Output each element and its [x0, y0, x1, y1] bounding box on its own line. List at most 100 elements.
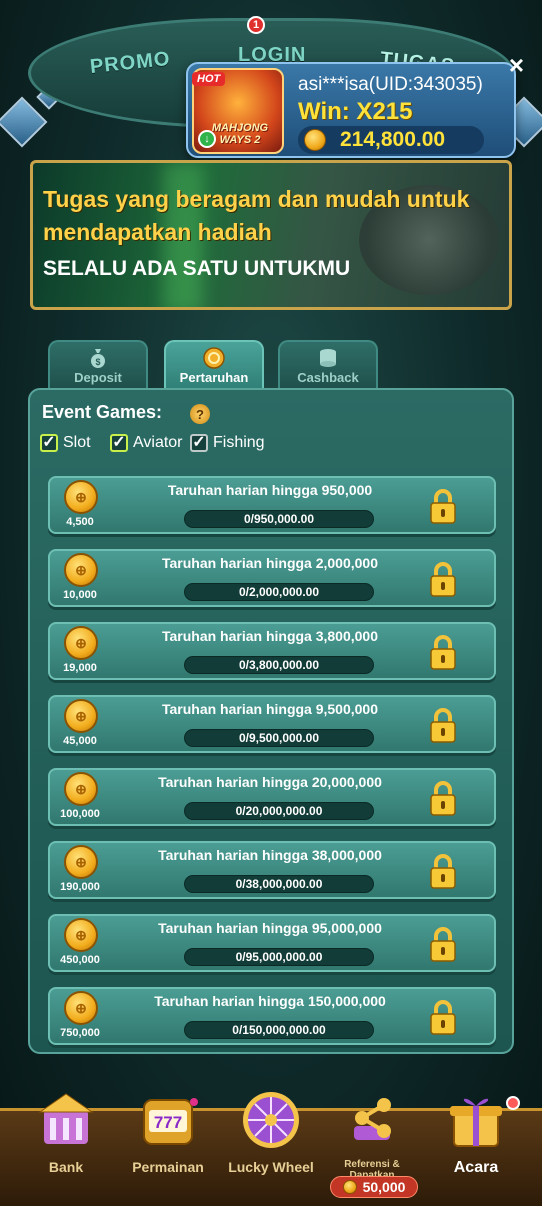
- tab-deposit-label: Deposit: [74, 370, 122, 385]
- tab-pertaruhan[interactable]: Pertaruhan: [164, 340, 264, 390]
- notification-badge: 1: [247, 16, 265, 34]
- task-title: Taruhan harian hingga 3,800,000: [161, 628, 379, 644]
- acara-notification-dot: [506, 1096, 520, 1110]
- banner-subheadline: SELALU ADA SATU UNTUKMU: [43, 257, 351, 280]
- tab-deposit[interactable]: $ Deposit: [48, 340, 148, 390]
- task-progress-text: 0/2,000,000.00: [238, 585, 320, 599]
- filter-fishing[interactable]: ✓ Fishing: [190, 434, 265, 452]
- task-title: Taruhan harian hingga 2,000,000: [161, 555, 379, 571]
- filter-fishing-label: Fishing: [213, 434, 265, 451]
- event-games-title: Event Games:: [42, 402, 163, 422]
- tab-cashback[interactable]: Cashback: [278, 340, 378, 390]
- checkbox-checked-icon[interactable]: ✓: [190, 434, 208, 452]
- gift-icon: [450, 1098, 502, 1147]
- winner-username: asi***isa(UID:343035): [298, 74, 483, 95]
- chip-icon: [203, 347, 225, 369]
- wheel-icon: [243, 1092, 299, 1148]
- task-row[interactable]: ⊕ 190,000 Taruhan harian hingga 38,000,000…: [48, 841, 496, 899]
- task-progress-text: 0/150,000,000.00: [232, 1023, 326, 1037]
- checkbox-checked-icon[interactable]: ✓: [110, 434, 128, 452]
- coin-icon: [304, 129, 326, 151]
- nav-permainan-label: Permainan: [132, 1159, 204, 1175]
- task-progress-bar: 0/9,500,000.00: [184, 729, 374, 747]
- task-row[interactable]: ⊕ 450,000 Taruhan harian hingga 95,000,000…: [48, 914, 496, 972]
- task-progress-text: 0/38,000,000.00: [235, 877, 323, 891]
- nav-referensi[interactable]: Referensi & Dapatkan: [322, 1088, 422, 1181]
- lock-icon: [430, 562, 456, 597]
- task-progress-text: 0/95,000,000.00: [235, 950, 323, 964]
- task-row[interactable]: ⊕ 45,000 Taruhan harian hingga 9,500,000 0/…: [48, 695, 496, 753]
- coin-icon: ⊕: [64, 699, 98, 733]
- task-progress-text: 0/950,000.00: [243, 512, 315, 526]
- task-row[interactable]: ⊕ 19,000 Taruhan harian hingga 3,800,000 0/…: [48, 622, 496, 680]
- coin-icon: ⊕: [64, 845, 98, 879]
- coin-icon: ⊕: [64, 772, 98, 806]
- task-progress-text: 0/20,000,000.00: [235, 804, 323, 818]
- referral-icon: [354, 1098, 391, 1140]
- lock-icon: [430, 635, 456, 670]
- task-row[interactable]: ⊕ 10,000 Taruhan harian hingga 2,000,000 0/…: [48, 549, 496, 607]
- lock-icon: [430, 854, 456, 889]
- task-title: Taruhan harian hingga 20,000,000: [158, 774, 382, 790]
- left-diamond-ornament: [0, 96, 48, 148]
- hot-tag: HOT: [192, 72, 226, 86]
- task-progress-bar: 0/2,000,000.00: [184, 583, 374, 601]
- filter-slot[interactable]: ✓ Slot: [40, 434, 91, 452]
- tab-cashback-label: Cashback: [297, 370, 359, 385]
- task-progress-bar: 0/3,800,000.00: [184, 656, 374, 674]
- coin-stack-icon: [320, 349, 336, 367]
- lock-icon: [430, 708, 456, 743]
- task-reward: 19,000: [63, 662, 97, 674]
- promo-banner: Tugas yang beragam dan mudah untuk menda…: [30, 160, 512, 310]
- task-progress-bar: 0/95,000,000.00: [184, 948, 374, 966]
- task-reward: 45,000: [63, 735, 97, 747]
- coin-icon: ⊕: [64, 480, 98, 514]
- bank-icon: [38, 1093, 94, 1144]
- task-reward: 190,000: [60, 881, 100, 893]
- lock-icon: [430, 489, 456, 524]
- task-reward: 100,000: [60, 808, 100, 820]
- download-icon[interactable]: ↓: [198, 130, 216, 148]
- task-title: Taruhan harian hingga 38,000,000: [158, 847, 382, 863]
- tab-pertaruhan-label: Pertaruhan: [179, 370, 249, 385]
- event-panel: Event Games: ? ✓ Slot ✓ Aviator ✓ Fishin…: [28, 388, 514, 1054]
- task-title: Taruhan harian hingga 95,000,000: [158, 920, 382, 936]
- task-row[interactable]: ⊕ 750,000 Taruhan harian hingga 150,000,00…: [48, 987, 496, 1045]
- svg-text:$: $: [95, 357, 100, 367]
- task-progress-bar: 0/150,000,000.00: [184, 1021, 374, 1039]
- coin-icon: ⊕: [64, 991, 98, 1025]
- close-icon[interactable]: ×: [509, 50, 524, 81]
- task-progress-text: 0/3,800,000.00: [238, 658, 320, 672]
- filter-aviator-label: Aviator: [133, 434, 183, 451]
- game-thumbnail[interactable]: HOT MAHJONG WAYS 2 ↓: [192, 68, 284, 154]
- referral-bonus-amount: 50,000: [362, 1179, 406, 1195]
- slot-machine-icon: 777: [143, 1098, 198, 1145]
- win-notification-popup[interactable]: HOT MAHJONG WAYS 2 ↓ asi***isa(UID:34303…: [186, 62, 516, 158]
- task-reward: 750,000: [60, 1027, 100, 1039]
- checkbox-checked-icon[interactable]: ✓: [40, 434, 58, 452]
- task-row[interactable]: ⊕ 100,000 Taruhan harian hingga 20,000,000…: [48, 768, 496, 826]
- nav-lucky-wheel-label: Lucky Wheel: [228, 1159, 314, 1175]
- filter-slot-label: Slot: [63, 434, 91, 451]
- task-title: Taruhan harian hingga 950,000: [167, 482, 373, 498]
- coin-icon: [342, 1180, 357, 1194]
- nav-lucky-wheel[interactable]: Lucky Wheel: [221, 1088, 321, 1175]
- task-reward: 4,500: [66, 516, 94, 528]
- task-progress-bar: 0/950,000.00: [184, 510, 374, 528]
- task-progress-bar: 0/20,000,000.00: [184, 802, 374, 820]
- nav-bank-label: Bank: [48, 1159, 84, 1175]
- nav-acara-label: Acara: [453, 1159, 499, 1176]
- help-icon[interactable]: ?: [190, 404, 210, 424]
- task-title: Taruhan harian hingga 9,500,000: [161, 701, 379, 717]
- lock-icon: [430, 927, 456, 962]
- nav-bank[interactable]: Bank: [16, 1088, 116, 1175]
- task-row[interactable]: ⊕ 4,500 Taruhan harian hingga 950,000 0/950…: [48, 476, 496, 534]
- nav-permainan[interactable]: 777 Permainan: [118, 1088, 218, 1175]
- coin-icon: ⊕: [64, 918, 98, 952]
- coin-icon: ⊕: [64, 553, 98, 587]
- referral-bonus-badge[interactable]: 50,000: [330, 1176, 418, 1198]
- win-multiplier: Win: X215: [298, 98, 413, 125]
- task-title: Taruhan harian hingga 150,000,000: [154, 993, 386, 1009]
- filter-aviator[interactable]: ✓ Aviator: [110, 434, 183, 452]
- money-bag-icon: $: [91, 349, 105, 368]
